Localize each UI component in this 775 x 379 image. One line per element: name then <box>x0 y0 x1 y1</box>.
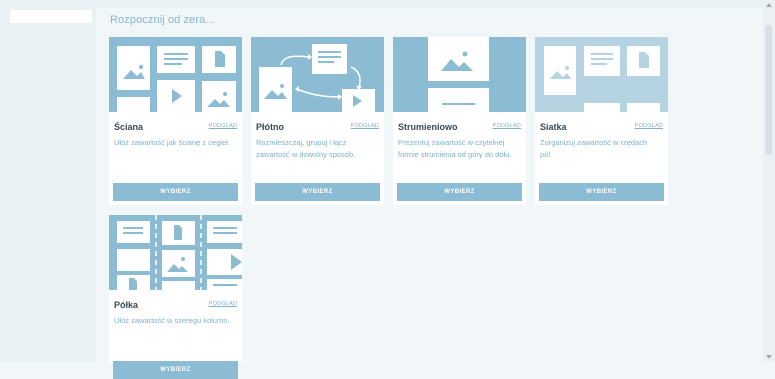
stream-layout-thumbnail <box>393 37 526 112</box>
sidebar-search-input[interactable] <box>10 10 92 23</box>
layout-card-stream[interactable]: Strumieniowo PODGLĄD Prezentuj zawartość… <box>393 37 526 205</box>
layout-card-wall[interactable]: Ściana PODGLĄD Ułóż zawartość jak ścianę… <box>109 37 242 205</box>
scroll-down-arrow-icon[interactable] <box>766 355 772 359</box>
left-sidebar <box>0 0 96 362</box>
select-button[interactable]: WYBIERZ <box>113 183 238 201</box>
preview-link[interactable]: PODGLĄD <box>209 123 237 129</box>
select-button[interactable]: WYBIERZ <box>255 183 380 201</box>
preview-link[interactable]: PODGLĄD <box>209 301 237 307</box>
layout-card-canvas[interactable]: Płótno PODGLĄD Rozmieszczaj, grupuj i łą… <box>251 37 384 205</box>
scroll-up-arrow-icon[interactable] <box>766 3 772 7</box>
select-button[interactable]: WYBIERZ <box>397 183 522 201</box>
card-title: Półka <box>114 300 139 310</box>
scrollbar-thumb[interactable] <box>765 25 772 155</box>
card-description: Ułóż zawartość w szeregu kolumn. <box>114 316 230 325</box>
scrollbar[interactable] <box>763 0 775 362</box>
top-strip <box>96 0 763 8</box>
layout-card-grid[interactable]: Siatka PODGLĄD Zorganizuj zawartość w rz… <box>535 37 668 205</box>
preview-link[interactable]: PODGLĄD <box>635 123 663 129</box>
card-title: Płótno <box>256 122 284 132</box>
shelf-layout-thumbnail <box>109 215 242 290</box>
wall-layout-thumbnail <box>109 37 242 112</box>
card-description: Prezentuj zawartość w czytelnej formie s… <box>398 138 512 159</box>
card-title: Ściana <box>114 122 144 132</box>
layout-card-shelf[interactable]: Półka PODGLĄD Ułóż zawartość w szeregu k… <box>109 215 242 379</box>
card-description: Rozmieszczaj, grupuj i łącz zawartość w … <box>256 138 356 159</box>
select-button[interactable]: WYBIERZ <box>539 183 664 201</box>
card-description: Zorganizuj zawartość w rzędach pól. <box>540 138 648 159</box>
card-title: Siatka <box>540 122 567 132</box>
preview-link[interactable]: PODGLĄD <box>351 123 379 129</box>
select-button[interactable]: WYBIERZ <box>113 361 238 379</box>
card-title: Strumieniowo <box>398 122 458 132</box>
preview-link[interactable]: PODGLĄD <box>493 123 521 129</box>
section-heading: Rozpocznij od zera... <box>110 14 215 26</box>
canvas-layout-thumbnail <box>251 37 384 112</box>
card-description: Ułóż zawartość jak ścianę z cegieł. <box>114 138 230 147</box>
grid-layout-thumbnail <box>535 37 668 112</box>
